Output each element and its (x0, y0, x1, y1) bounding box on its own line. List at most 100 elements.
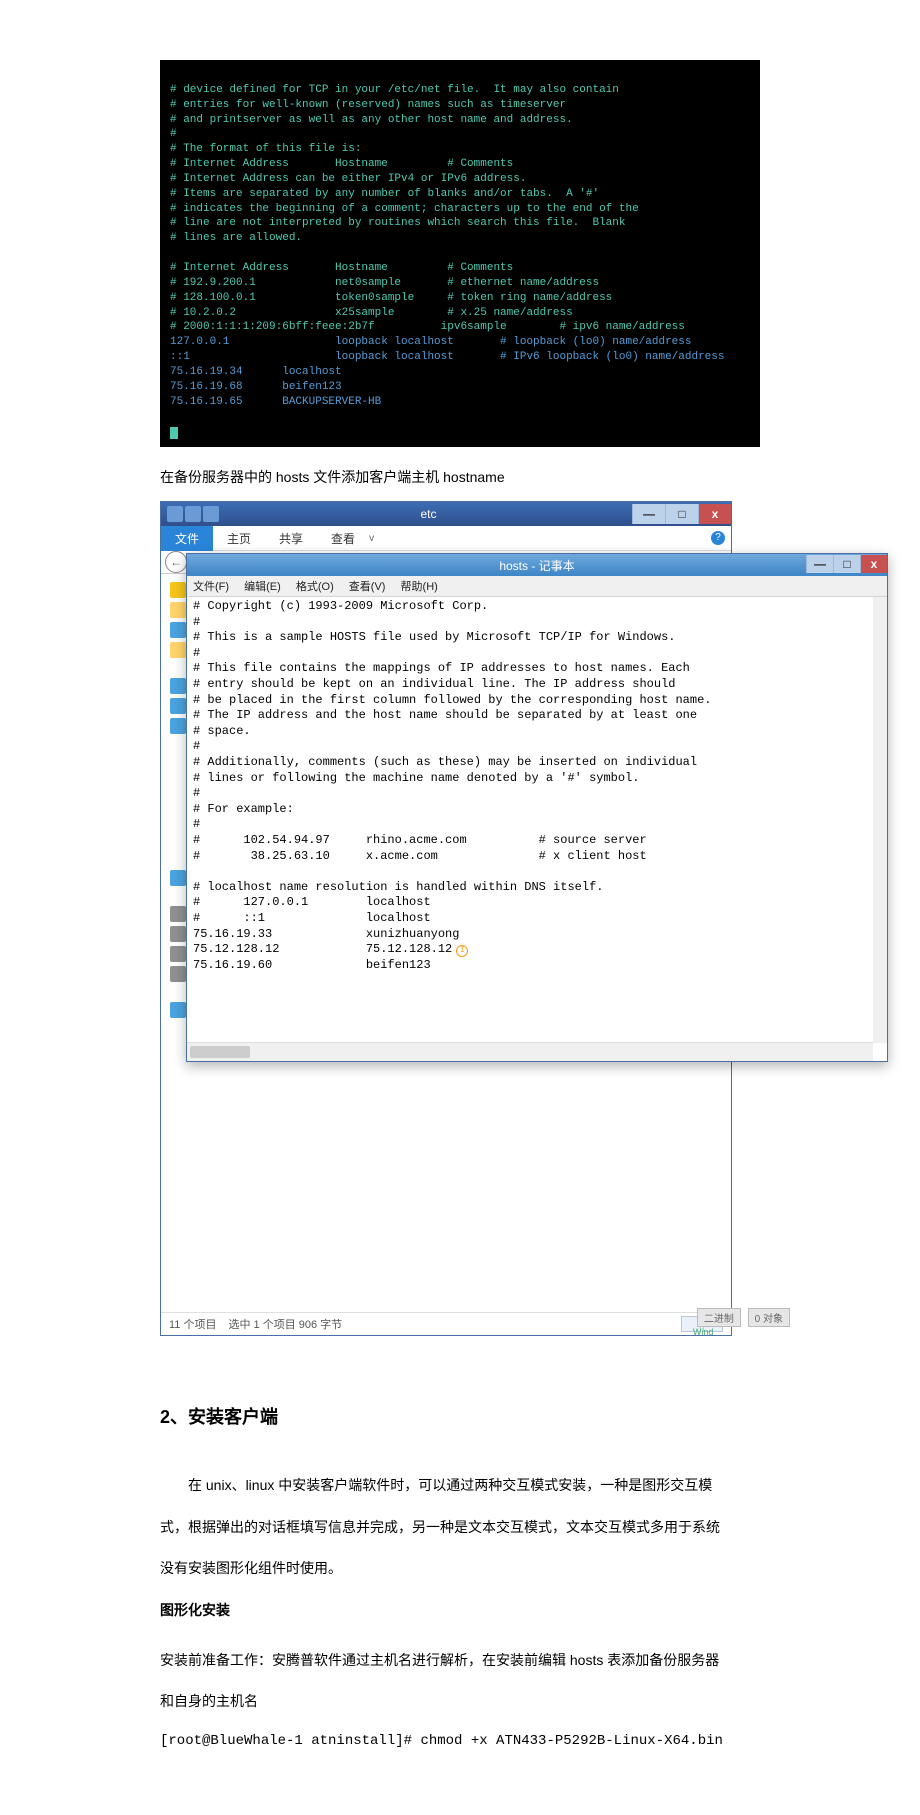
explorer-statusbar: 11 个项目 选中 1 个项目 906 字节 (161, 1312, 731, 1335)
hosts-line: # lines or following the machine name de… (193, 771, 639, 785)
screenshot-explorer-notepad: etc — □ x 文件 主页 共享 查看 v ? ← (160, 501, 760, 1336)
subheading-gui-install: 图形化安装 (160, 1594, 760, 1628)
notepad-titlebar[interactable]: hosts - 记事本 — □ x (187, 554, 887, 576)
disk-icon[interactable] (170, 946, 186, 962)
document-body: 2、安装客户端 在 unix、linux 中安装客户端软件时，可以通过两种交互模… (160, 1396, 760, 1755)
qat-icon[interactable] (167, 506, 183, 522)
computer-icon[interactable] (170, 906, 186, 922)
ribbon-tabs: 文件 主页 共享 查看 v ? (161, 526, 731, 551)
hosts-line: # (193, 786, 200, 800)
task-button[interactable]: 二进制 (697, 1308, 741, 1327)
library-icon[interactable] (170, 678, 186, 694)
hosts-line: # (193, 817, 200, 831)
scrollbar-thumb[interactable] (190, 1046, 250, 1058)
close-button[interactable]: x (860, 555, 887, 573)
hosts-line: # (193, 646, 200, 660)
video-icon[interactable] (170, 698, 186, 714)
paragraph: 安装前准备工作：安腾普软件通过主机名进行解析，在安装前编辑 hosts 表添加备… (160, 1644, 760, 1678)
tab-file[interactable]: 文件 (161, 526, 213, 551)
hosts-line: 75.16.19.60 beifen123 (193, 958, 431, 972)
minimize-button[interactable]: — (806, 555, 833, 573)
vertical-scrollbar[interactable] (873, 597, 887, 1043)
term-line: # Internet Address Hostname # Comments (170, 262, 513, 274)
hosts-line: # 102.54.94.97 rhino.acme.com # source s… (193, 833, 647, 847)
qat-icon[interactable] (185, 506, 201, 522)
explorer-titlebar[interactable]: etc — □ x (161, 502, 731, 526)
paragraph: 没有安装图形化组件时使用。 (160, 1552, 760, 1586)
terminal-cursor (170, 427, 178, 439)
term-line: ::1 loopback localhost # IPv6 loopback (… (170, 351, 725, 363)
hosts-line: # For example: (193, 802, 294, 816)
command-line: [root@BlueWhale-1 atninstall]# chmod +x … (160, 1727, 760, 1755)
term-line: # 128.100.0.1 token0sample # token ring … (170, 292, 612, 304)
tab-view[interactable]: 查看 (317, 526, 369, 551)
term-line: # and printserver as well as any other h… (170, 114, 573, 126)
explorer-title: etc (225, 507, 632, 521)
menu-view[interactable]: 查看(V) (349, 581, 386, 593)
hosts-line: # Copyright (c) 1993-2009 Microsoft Corp… (193, 599, 488, 613)
hosts-line: # The IP address and the host name shoul… (193, 708, 697, 722)
tab-share[interactable]: 共享 (265, 526, 317, 551)
term-line: # Internet Address Hostname # Comments (170, 158, 513, 170)
paragraph: 式，根据弹出的对话框填写信息并完成，另一种是文本交互模式，文本交互模式多用于系统 (160, 1511, 760, 1545)
selected-info: 选中 1 个项目 906 字节 (228, 1316, 342, 1332)
term-line: 75.16.19.68 beifen123 (170, 381, 342, 393)
text-caret-icon: I (456, 945, 468, 957)
term-line: 75.16.19.65 BACKUPSERVER-HB (170, 396, 381, 408)
network-icon[interactable] (170, 1002, 186, 1018)
help-icon[interactable]: ? (711, 531, 725, 545)
minimize-button[interactable]: — (632, 504, 665, 524)
term-line: # lines are allowed. (170, 232, 302, 244)
hosts-line: # (193, 615, 200, 629)
notepad-menubar: 文件(F) 编辑(E) 格式(O) 查看(V) 帮助(H) (187, 576, 887, 597)
caption-1: 在备份服务器中的 hosts 文件添加客户端主机 hostname (160, 467, 760, 487)
hosts-line: # This is a sample HOSTS file used by Mi… (193, 630, 675, 644)
disk-icon[interactable] (170, 966, 186, 982)
hosts-line: # Additionally, comments (such as these)… (193, 755, 697, 769)
term-line: # device defined for TCP in your /etc/ne… (170, 84, 619, 96)
hosts-line: # entry should be kept on an individual … (193, 677, 675, 691)
folder-icon[interactable] (170, 602, 186, 618)
back-button[interactable]: ← (165, 551, 187, 573)
ribbon-chevron-icon[interactable]: v (369, 533, 374, 544)
hosts-line: # (193, 739, 200, 753)
hosts-line: 75.16.19.33 xunizhuanyong (193, 927, 459, 941)
desktop-icon[interactable] (170, 622, 186, 638)
favorites-icon[interactable] (170, 582, 186, 598)
term-line: # Items are separated by any number of b… (170, 188, 599, 200)
tab-home[interactable]: 主页 (213, 526, 265, 551)
maximize-button[interactable]: □ (665, 504, 698, 524)
menu-file[interactable]: 文件(F) (193, 581, 229, 593)
close-button[interactable]: x (698, 504, 731, 524)
downloads-icon[interactable] (170, 642, 186, 658)
term-line: # 192.9.200.1 net0sample # ethernet name… (170, 277, 599, 289)
quick-access-toolbar (161, 506, 225, 522)
term-line: # 10.2.0.2 x25sample # x.25 name/address (170, 307, 573, 319)
task-button[interactable]: 0 对象 (748, 1308, 790, 1327)
picture-icon[interactable] (170, 718, 186, 734)
qat-icon[interactable] (203, 506, 219, 522)
term-line: # The format of this file is: (170, 143, 361, 155)
menu-edit[interactable]: 编辑(E) (244, 581, 281, 593)
paragraph: 和自身的主机名 (160, 1685, 760, 1719)
disk-icon[interactable] (170, 926, 186, 942)
maximize-button[interactable]: □ (833, 555, 860, 573)
item-count: 11 个项目 (169, 1316, 216, 1332)
hosts-line: 75.12.128.12 75.12.128.12 (193, 942, 452, 956)
hosts-line: # 38.25.63.10 x.acme.com # x client host (193, 849, 647, 863)
music-icon[interactable] (170, 870, 186, 886)
menu-format[interactable]: 格式(O) (296, 581, 334, 593)
term-line: # entries for well-known (reserved) name… (170, 99, 566, 111)
menu-help[interactable]: 帮助(H) (401, 581, 438, 593)
horizontal-scrollbar[interactable] (187, 1042, 873, 1061)
notepad-title: hosts - 记事本 (499, 557, 574, 574)
hosts-line: # space. (193, 724, 251, 738)
notepad-text-area[interactable]: # Copyright (c) 1993-2009 Microsoft Corp… (187, 597, 887, 1061)
hosts-line: # 127.0.0.1 localhost (193, 895, 431, 909)
heading-install-client: 2、安装客户端 (160, 1396, 760, 1439)
terminal-screenshot: # device defined for TCP in your /etc/ne… (160, 60, 760, 447)
term-line: 75.16.19.34 localhost (170, 366, 342, 378)
paragraph: 在 unix、linux 中安装客户端软件时，可以通过两种交互模式安装，一种是图… (160, 1469, 760, 1503)
hosts-line: # This file contains the mappings of IP … (193, 661, 690, 675)
hosts-line: # be placed in the first column followed… (193, 693, 711, 707)
